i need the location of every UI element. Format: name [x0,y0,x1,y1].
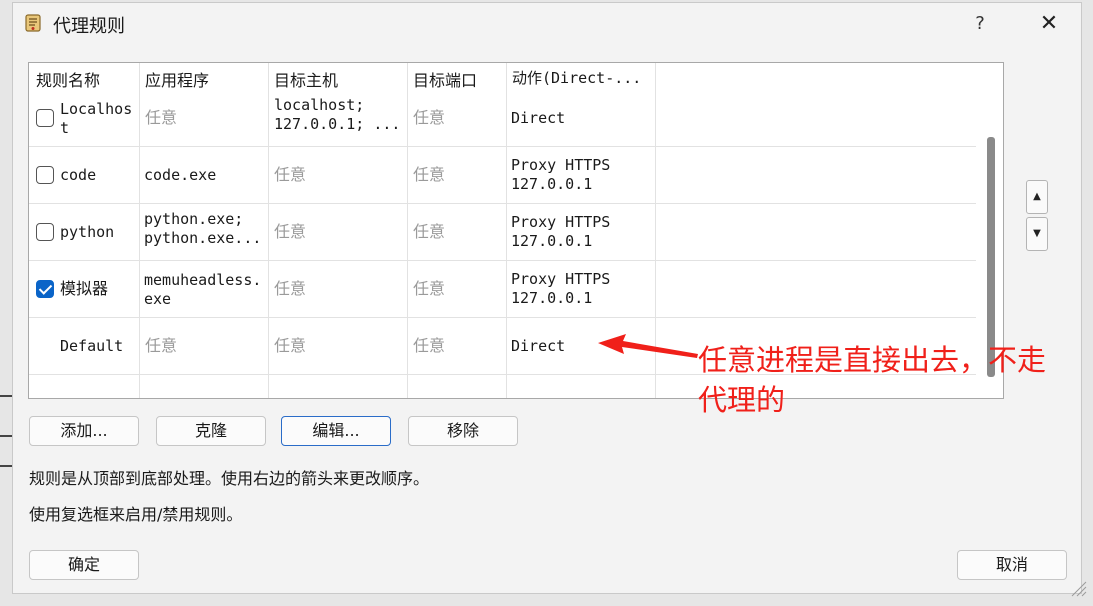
annotation-text: 任意进程是直接出去，不走代理的 [698,343,1047,417]
resize-grip-icon[interactable] [1066,576,1088,598]
annotation-arrow-icon [598,334,698,358]
